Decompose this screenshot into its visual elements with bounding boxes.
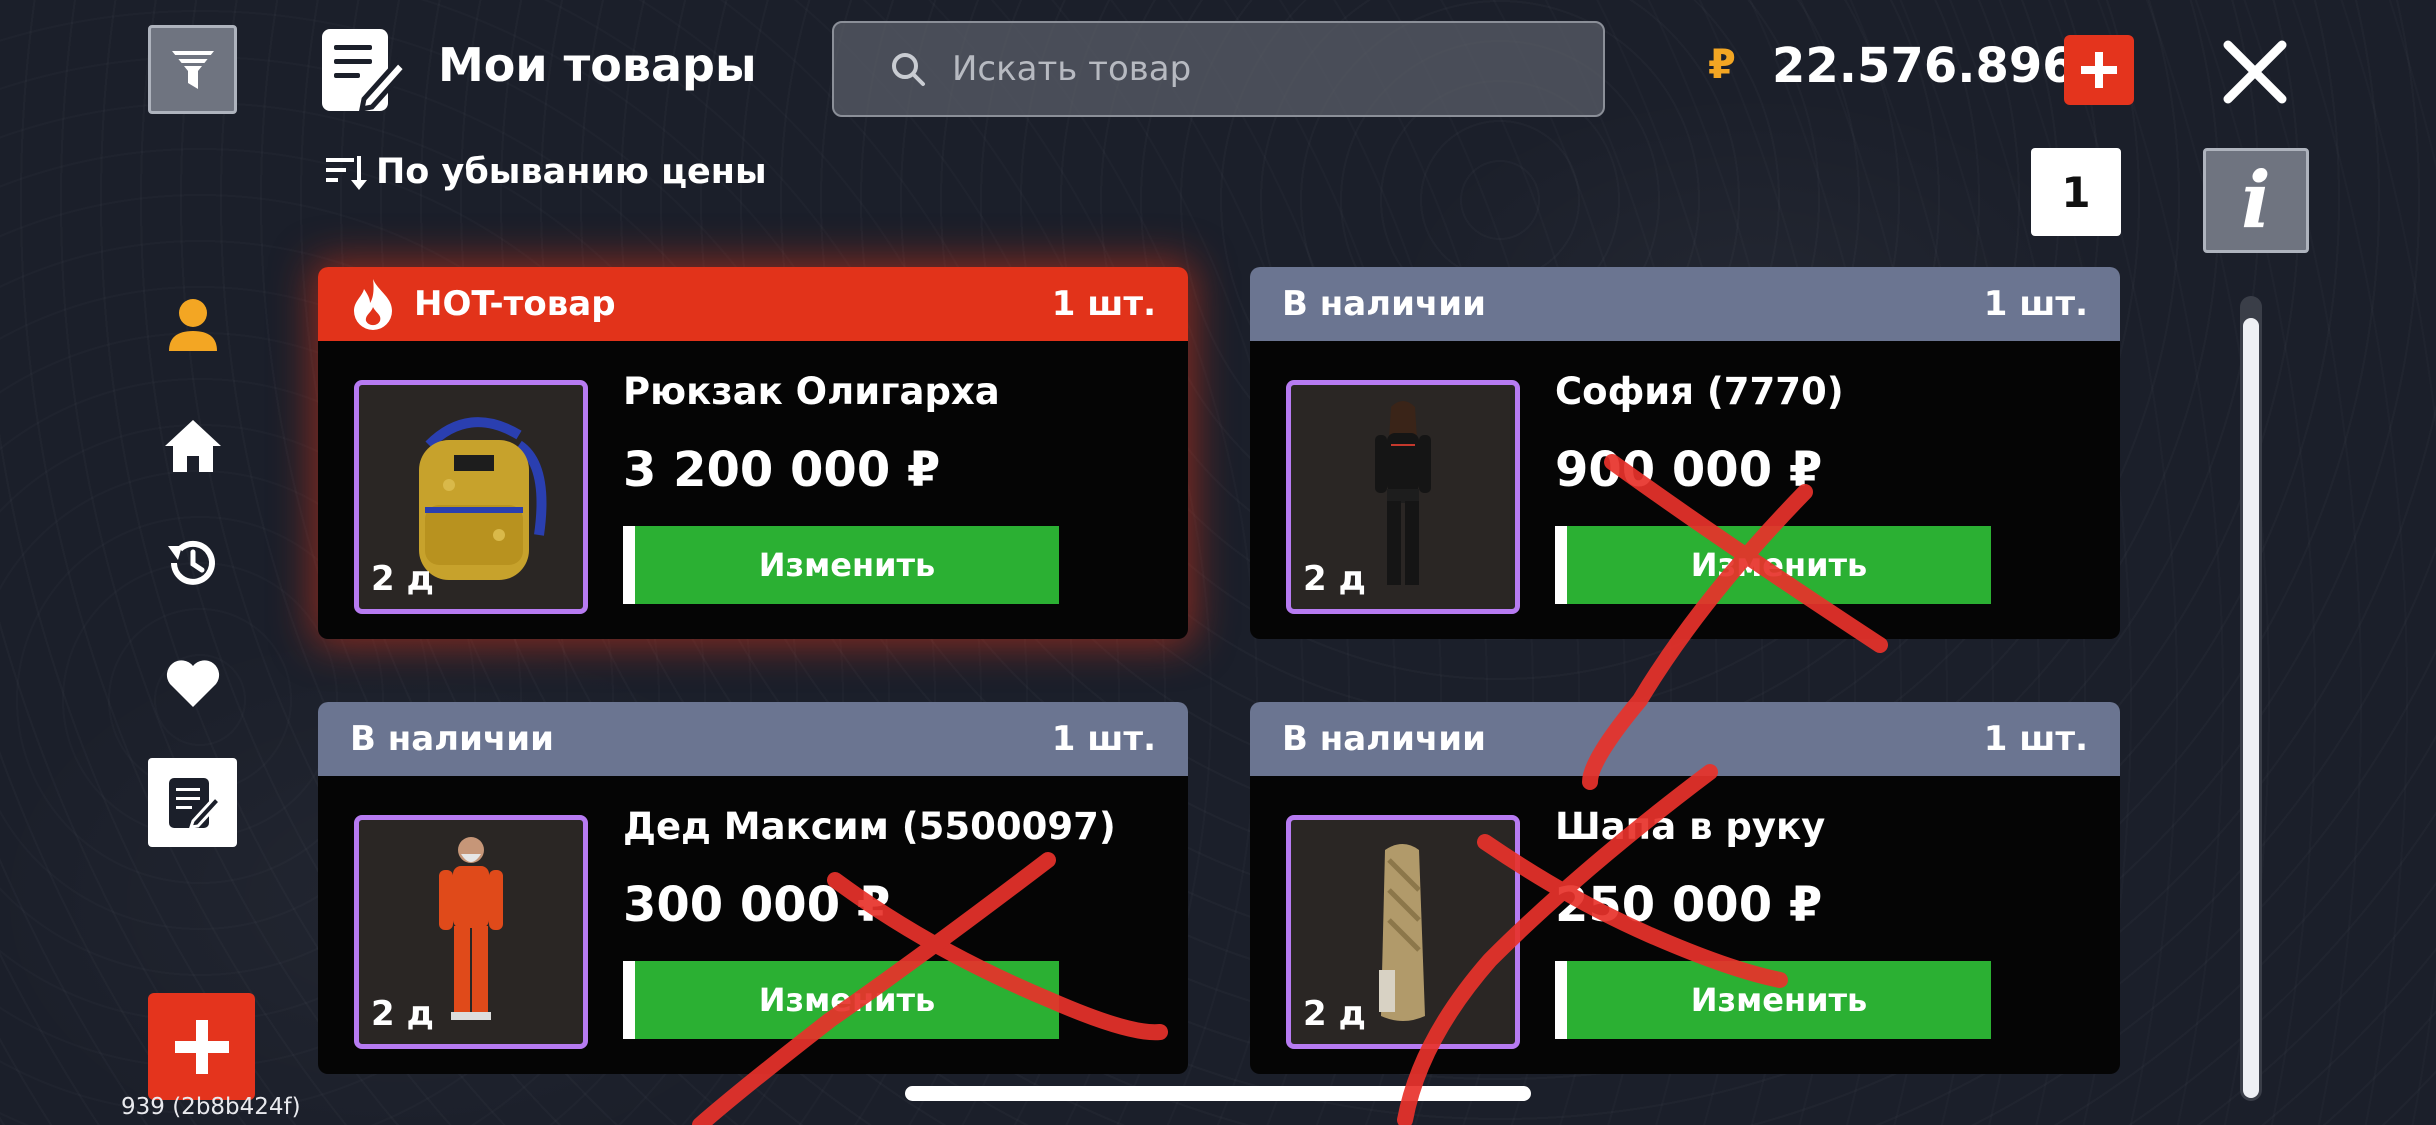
- page-number[interactable]: 1: [2031, 148, 2121, 236]
- listings-title-icon: [318, 25, 410, 115]
- item-price: 300 000 ₽: [623, 877, 891, 933]
- item-name: Шапа в руку: [1555, 805, 1826, 848]
- my-listings-icon: [168, 777, 221, 829]
- user-icon: [169, 299, 217, 351]
- card-status: В наличии: [1282, 284, 1486, 324]
- edit-button[interactable]: Изменить: [623, 526, 1059, 604]
- item-price: 250 000 ₽: [1555, 877, 1823, 933]
- card-header: В наличии 1 шт.: [1250, 267, 2120, 341]
- item-price: 3 200 000 ₽: [623, 442, 941, 498]
- item-thumbnail[interactable]: 2 д: [1286, 815, 1520, 1049]
- currency-icon: ₽: [1708, 42, 1736, 88]
- history-icon: [168, 540, 215, 585]
- item-thumbnail[interactable]: 2 д: [1286, 380, 1520, 614]
- filter-button[interactable]: [148, 25, 237, 114]
- home-icon: [165, 420, 221, 472]
- sidebar-item-favorites[interactable]: [160, 650, 226, 716]
- scrollbar-thumb[interactable]: [2243, 318, 2259, 1098]
- item-thumbnail[interactable]: 2 д: [354, 815, 588, 1049]
- info-button[interactable]: i: [2203, 148, 2309, 253]
- card-status: В наличии: [1282, 719, 1486, 759]
- add-listing-button[interactable]: [148, 993, 255, 1100]
- item-duration: 2 д: [1303, 559, 1366, 599]
- close-icon: [2223, 40, 2287, 104]
- sidebar-item-home[interactable]: [160, 412, 226, 478]
- listing-card: HOT-товар 1 шт. 2 д Рюкзак Олигарха 3 20…: [318, 267, 1188, 639]
- item-name: Рюкзак Олигарха: [623, 370, 1000, 413]
- edit-button[interactable]: Изменить: [623, 961, 1059, 1039]
- sidebar-item-my-listings[interactable]: [148, 758, 237, 847]
- plus-icon: [2081, 52, 2117, 88]
- listing-card: В наличии 1 шт. 2 д София (7770) 900 000…: [1250, 267, 2120, 639]
- version-label: 939 (2b8b424f): [121, 1094, 301, 1120]
- card-quantity: 1 шт.: [1983, 284, 2088, 324]
- sidebar-item-profile[interactable]: [160, 292, 226, 358]
- home-indicator: [905, 1086, 1531, 1101]
- card-header: HOT-товар 1 шт.: [318, 267, 1188, 341]
- search-icon: [892, 53, 925, 86]
- card-status: HOT-товар: [414, 284, 616, 324]
- card-status: В наличии: [350, 719, 554, 759]
- close-button[interactable]: [2218, 35, 2292, 109]
- balance-value: 22.576.896: [1772, 38, 2076, 94]
- card-quantity: 1 шт.: [1983, 719, 2088, 759]
- item-duration: 2 д: [371, 559, 434, 599]
- card-header: В наличии 1 шт.: [318, 702, 1188, 776]
- edit-button[interactable]: Изменить: [1555, 961, 1991, 1039]
- plus-icon: [174, 1019, 229, 1074]
- search-bar[interactable]: [832, 21, 1605, 117]
- top-up-button[interactable]: [2064, 35, 2134, 105]
- sort-descending-icon: [326, 156, 367, 190]
- item-duration: 2 д: [1303, 994, 1366, 1034]
- item-name: София (7770): [1555, 370, 1844, 413]
- page-title: Мои товары: [438, 38, 757, 92]
- heart-icon: [166, 660, 220, 707]
- edit-button[interactable]: Изменить: [1555, 526, 1991, 604]
- item-name: Дед Максим (5500097): [623, 805, 1116, 848]
- card-quantity: 1 шт.: [1051, 284, 1156, 324]
- listing-card: В наличии 1 шт. 2 д Шапа в руку 250 000 …: [1250, 702, 2120, 1074]
- item-price: 900 000 ₽: [1555, 442, 1823, 498]
- sort-label: По убыванию цены: [376, 152, 767, 192]
- sort-dropdown[interactable]: По убыванию цены: [324, 152, 767, 192]
- fire-icon: [354, 279, 392, 330]
- card-header: В наличии 1 шт.: [1250, 702, 2120, 776]
- filter-icon: [171, 50, 214, 89]
- listing-card: В наличии 1 шт. 2 д Дед Максим (5500097)…: [318, 702, 1188, 1074]
- sidebar-item-history[interactable]: [160, 530, 226, 596]
- item-thumbnail[interactable]: 2 д: [354, 380, 588, 614]
- item-duration: 2 д: [371, 994, 434, 1034]
- card-quantity: 1 шт.: [1051, 719, 1156, 759]
- search-input[interactable]: [952, 49, 1552, 89]
